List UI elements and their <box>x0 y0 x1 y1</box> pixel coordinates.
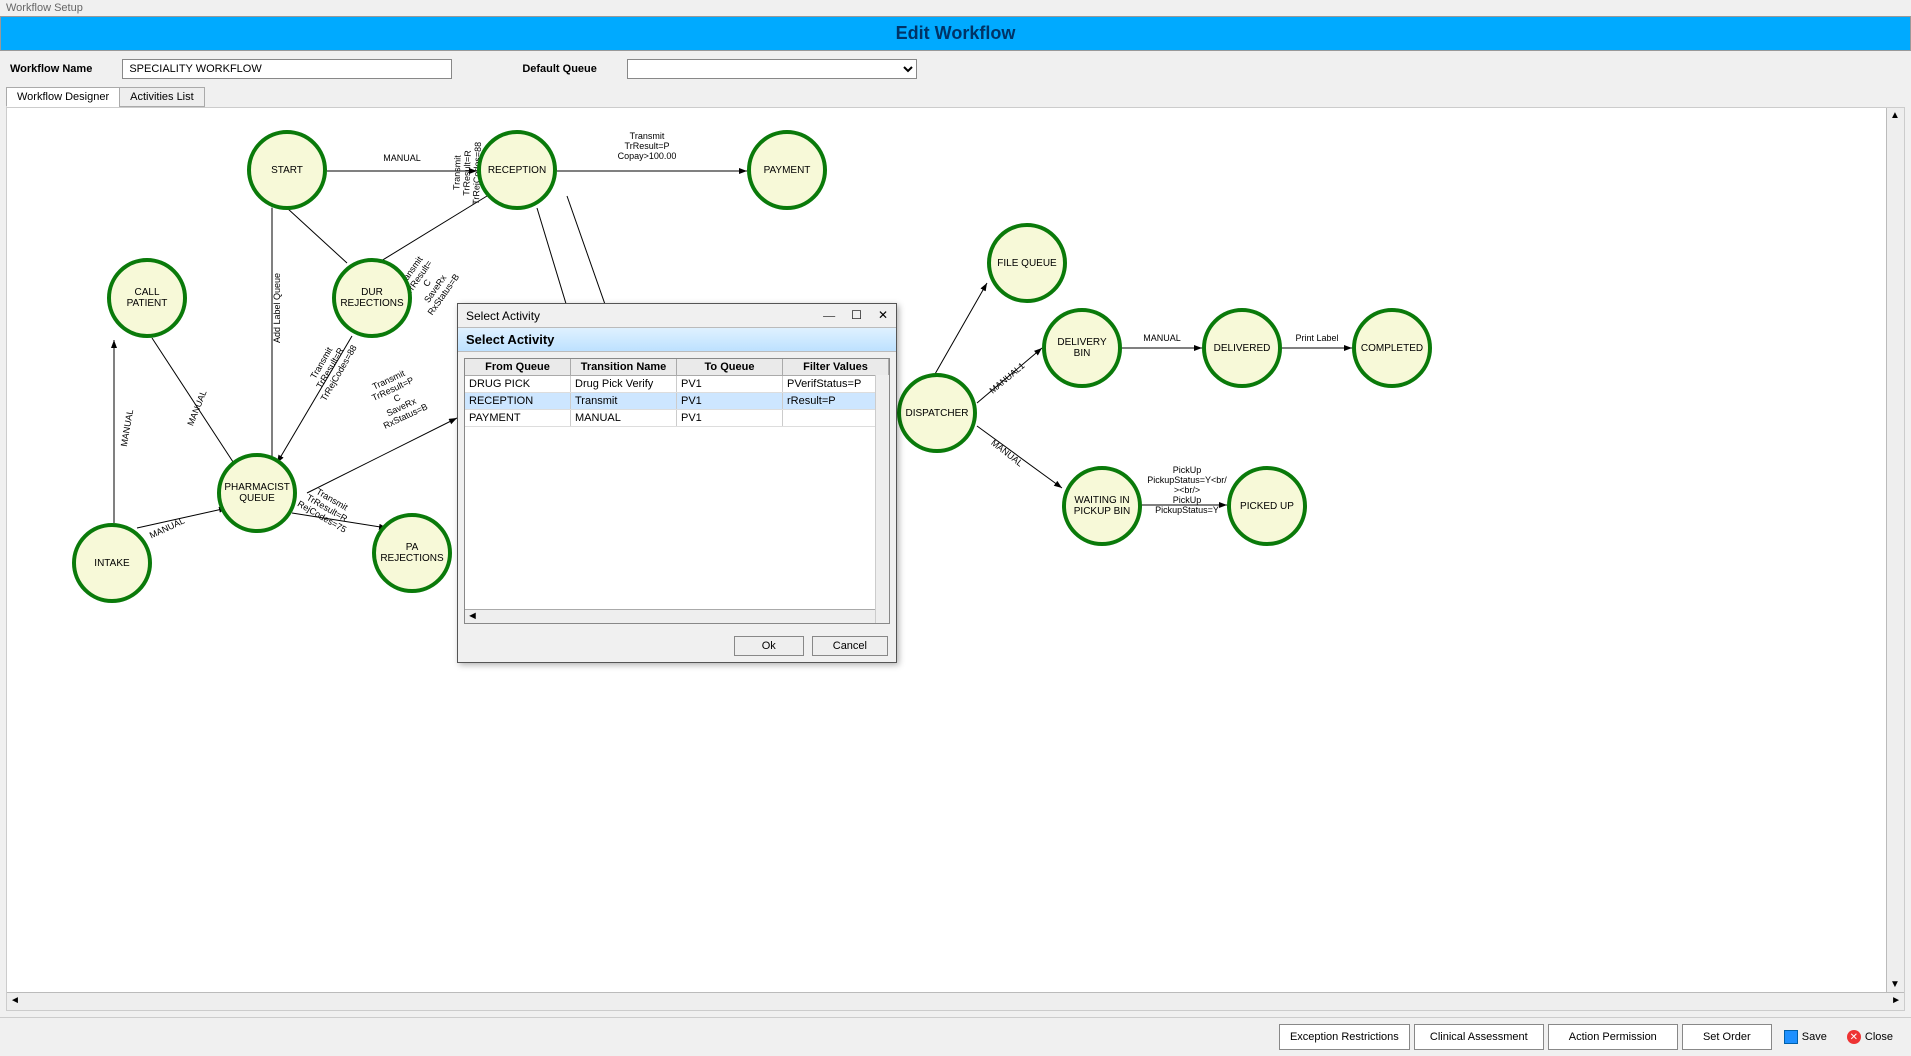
set-order-button[interactable]: Set Order <box>1682 1024 1772 1050</box>
workflow-name-label: Workflow Name <box>10 63 92 75</box>
cell: PV1 <box>677 393 783 409</box>
cell: RECEPTION <box>465 393 571 409</box>
save-label: Save <box>1802 1031 1827 1043</box>
close-button[interactable]: ✕ Close <box>1839 1024 1901 1050</box>
node-pharmacist-queue[interactable]: PHARMACIST QUEUE <box>217 453 297 533</box>
save-icon <box>1784 1030 1798 1044</box>
activity-grid[interactable]: From Queue Transition Name To Queue Filt… <box>464 358 890 624</box>
ok-button[interactable]: Ok <box>734 636 804 656</box>
cell: PAYMENT <box>465 410 571 426</box>
window-title: Workflow Setup <box>0 0 1911 16</box>
node-dispatcher[interactable]: DISPATCHER <box>897 373 977 453</box>
canvas-vertical-scrollbar[interactable] <box>1886 108 1904 992</box>
cell: PV1 <box>677 410 783 426</box>
edge-label: MANUAL <box>119 409 135 448</box>
save-button[interactable]: Save <box>1776 1024 1835 1050</box>
close-icon: ✕ <box>1847 1030 1861 1044</box>
close-label: Close <box>1865 1031 1893 1043</box>
node-call-patient[interactable]: CALL PATIENT <box>107 258 187 338</box>
node-waiting-pickup-bin[interactable]: WAITING IN PICKUP BIN <box>1062 466 1142 546</box>
cell <box>783 410 889 426</box>
node-delivery-bin[interactable]: DELIVERY BIN <box>1042 308 1122 388</box>
cell: rResult=P <box>783 393 889 409</box>
tabs: Workflow Designer Activities List <box>0 87 1911 107</box>
edge-label: Add Label Queue <box>272 273 282 343</box>
cell: Transmit <box>571 393 677 409</box>
node-pa-rejections[interactable]: PA REJECTIONS <box>372 513 452 593</box>
edge-label: MANUAL <box>1143 333 1181 343</box>
node-picked-up[interactable]: PICKED UP <box>1227 466 1307 546</box>
cell: DRUG PICK <box>465 376 571 392</box>
cell: PV1 <box>677 376 783 392</box>
default-queue-select[interactable] <box>627 59 917 79</box>
grid-horizontal-scrollbar[interactable] <box>465 609 889 623</box>
exception-restrictions-button[interactable]: Exception Restrictions <box>1279 1024 1410 1050</box>
close-icon[interactable]: ✕ <box>878 308 888 323</box>
node-dur-rejections[interactable]: DUR REJECTIONS <box>332 258 412 338</box>
workflow-canvas[interactable]: START RECEPTION PAYMENT CALL PATIENT DUR… <box>7 108 1904 1010</box>
table-row[interactable]: DRUG PICK Drug Pick Verify PV1 PVerifSta… <box>465 376 889 393</box>
edge-label: MANUAL <box>148 516 186 541</box>
edge-label: Transmit TrResult=R RejCodes=75 <box>296 481 358 534</box>
node-start[interactable]: START <box>247 130 327 210</box>
form-row: Workflow Name Default Queue <box>0 51 1911 87</box>
dialog-title: Select Activity <box>466 309 540 323</box>
minimize-icon[interactable]: — <box>823 308 835 323</box>
cell: PVerifStatus=P <box>783 376 889 392</box>
edge-label: MANUAL <box>989 438 1025 469</box>
edge-label: MANUAL1 <box>988 361 1027 396</box>
node-payment[interactable]: PAYMENT <box>747 130 827 210</box>
workflow-name-input[interactable] <box>122 59 452 79</box>
cancel-button[interactable]: Cancel <box>812 636 888 656</box>
table-row[interactable]: RECEPTION Transmit PV1 rResult=P <box>465 393 889 410</box>
canvas-horizontal-scrollbar[interactable] <box>7 992 1904 1010</box>
cell: MANUAL <box>571 410 677 426</box>
col-to-queue[interactable]: To Queue <box>677 359 783 375</box>
edge-label: PickUp PickupStatus=Y<br/ ><br/> PickUp … <box>1147 465 1227 515</box>
dialog-subtitle: Select Activity <box>458 327 896 352</box>
cell: Drug Pick Verify <box>571 376 677 392</box>
edge-label: Transmit TrResult=P C SaveRx RxStatus=B <box>365 365 429 431</box>
clinical-assessment-button[interactable]: Clinical Assessment <box>1414 1024 1544 1050</box>
maximize-icon[interactable]: ☐ <box>851 308 862 323</box>
grid-vertical-scrollbar[interactable] <box>875 375 889 623</box>
node-reception[interactable]: RECEPTION <box>477 130 557 210</box>
edge-label: MANUAL <box>383 153 421 163</box>
footer-toolbar: Exception Restrictions Clinical Assessme… <box>0 1017 1911 1056</box>
edge-label: Transmit TrResult=P Copay>100.00 <box>618 131 677 161</box>
edge-label: Print Label <box>1295 333 1338 343</box>
page-heading: Edit Workflow <box>0 16 1911 51</box>
tab-workflow-designer[interactable]: Workflow Designer <box>6 87 120 107</box>
node-completed[interactable]: COMPLETED <box>1352 308 1432 388</box>
tab-activities-list[interactable]: Activities List <box>119 87 205 107</box>
node-file-queue[interactable]: FILE QUEUE <box>987 223 1067 303</box>
node-intake[interactable]: INTAKE <box>72 523 152 603</box>
edge-label: Transmit TrResult=R TrRejCodes=88 <box>301 333 358 403</box>
col-from-queue[interactable]: From Queue <box>465 359 571 375</box>
table-row[interactable]: PAYMENT MANUAL PV1 <box>465 410 889 427</box>
default-queue-label: Default Queue <box>522 63 597 75</box>
node-delivered[interactable]: DELIVERED <box>1202 308 1282 388</box>
col-filter-values[interactable]: Filter Values <box>783 359 889 375</box>
action-permission-button[interactable]: Action Permission <box>1548 1024 1678 1050</box>
edge-label: MANUAL <box>185 389 208 428</box>
col-transition-name[interactable]: Transition Name <box>571 359 677 375</box>
select-activity-dialog: Select Activity — ☐ ✕ Select Activity Fr… <box>457 303 897 663</box>
